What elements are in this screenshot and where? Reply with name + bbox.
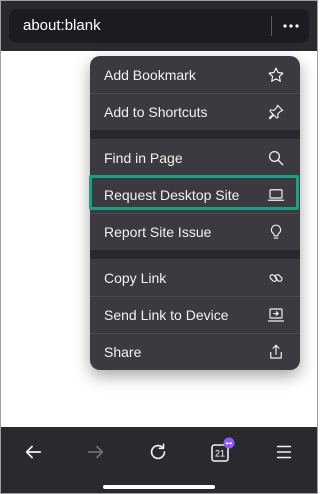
menu-item-report-site-issue[interactable]: Report Site Issue xyxy=(90,213,300,250)
menu-item-label: Copy Link xyxy=(104,269,167,286)
main-menu-button[interactable] xyxy=(267,435,301,469)
laptop-icon xyxy=(266,185,286,205)
menu-item-label: Report Site Issue xyxy=(104,224,212,240)
tabs-icon: 21 xyxy=(211,437,235,462)
url-bar-divider xyxy=(271,16,272,36)
back-button[interactable] xyxy=(16,435,50,469)
url-text[interactable]: about:blank xyxy=(23,9,101,43)
top-bar: about:blank xyxy=(1,1,317,51)
menu-separator xyxy=(90,130,300,139)
menu-item-label: Send Link to Device xyxy=(104,307,229,323)
menu-item-label: Add to Shortcuts xyxy=(104,104,208,120)
bottom-toolbar: 21 xyxy=(1,427,317,493)
menu-item-add-to-shortcuts[interactable]: Add to Shortcuts xyxy=(90,93,300,130)
menu-item-request-desktop-site[interactable]: Request Desktop Site xyxy=(90,176,300,213)
lightbulb-icon xyxy=(266,222,286,242)
forward-arrow-icon xyxy=(87,445,104,459)
menu-item-copy-link[interactable]: Copy Link xyxy=(90,259,300,296)
menu-item-add-bookmark[interactable]: Add Bookmark xyxy=(90,56,300,93)
tab-count: 21 xyxy=(215,449,225,459)
pin-icon xyxy=(266,102,286,122)
reload-button[interactable] xyxy=(141,435,175,469)
share-icon xyxy=(266,342,286,362)
tabs-button[interactable]: 21 xyxy=(205,435,239,469)
menu-item-send-link-to-device[interactable]: Send Link to Device xyxy=(90,296,300,333)
link-icon xyxy=(266,268,286,288)
menu-separator xyxy=(90,250,300,259)
reload-icon xyxy=(150,443,166,460)
private-badge-icon xyxy=(223,437,235,449)
url-bar[interactable]: about:blank xyxy=(9,9,309,43)
search-icon xyxy=(266,148,286,168)
forward-button[interactable] xyxy=(79,435,113,469)
menu-item-label: Share xyxy=(104,344,142,360)
star-icon xyxy=(266,65,286,85)
hamburger-menu-icon xyxy=(276,445,292,459)
menu-item-label: Find in Page xyxy=(104,149,183,166)
menu-item-label: Request Desktop Site xyxy=(104,187,240,203)
menu-item-find-in-page[interactable]: Find in Page xyxy=(90,139,300,176)
send-to-device-icon xyxy=(266,305,286,325)
menu-item-share[interactable]: Share xyxy=(90,333,300,370)
more-horizontal-icon xyxy=(283,24,299,28)
back-arrow-icon xyxy=(25,445,42,459)
page-actions-menu: Add Bookmark Add to Shortcuts Find in Pa… xyxy=(90,56,300,370)
home-indicator[interactable] xyxy=(103,485,215,489)
browser-window: about:blank Add Bookmark Add to Shortcut… xyxy=(0,0,318,494)
more-options-button[interactable] xyxy=(276,11,306,41)
menu-item-label: Add Bookmark xyxy=(104,66,196,83)
